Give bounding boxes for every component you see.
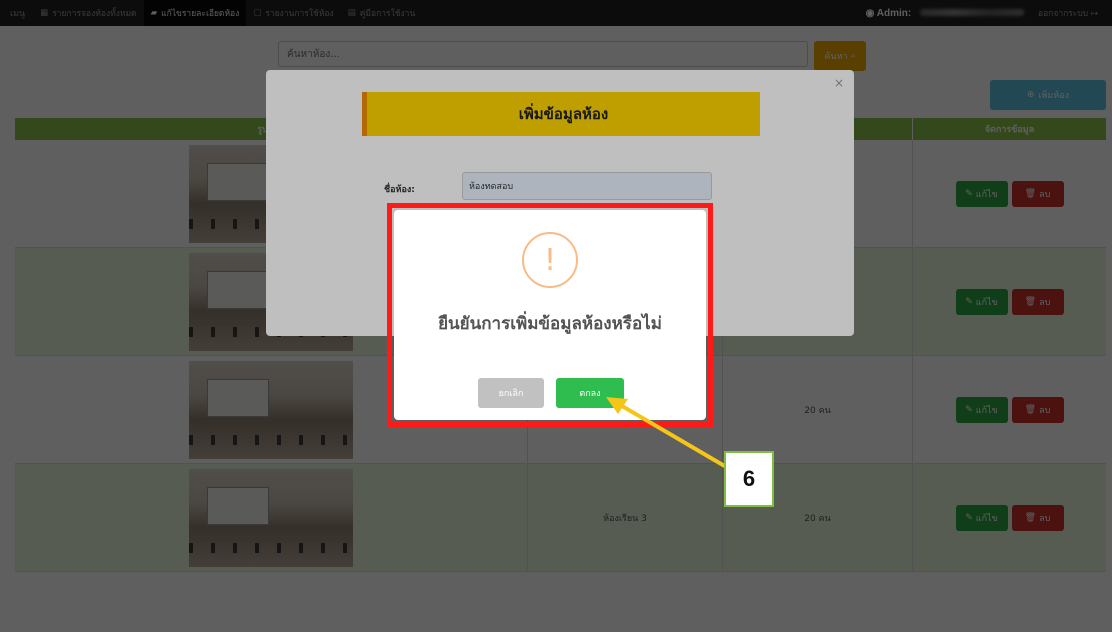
- pointer-arrow-icon: [606, 397, 730, 470]
- step-number-badge: 6: [724, 451, 774, 507]
